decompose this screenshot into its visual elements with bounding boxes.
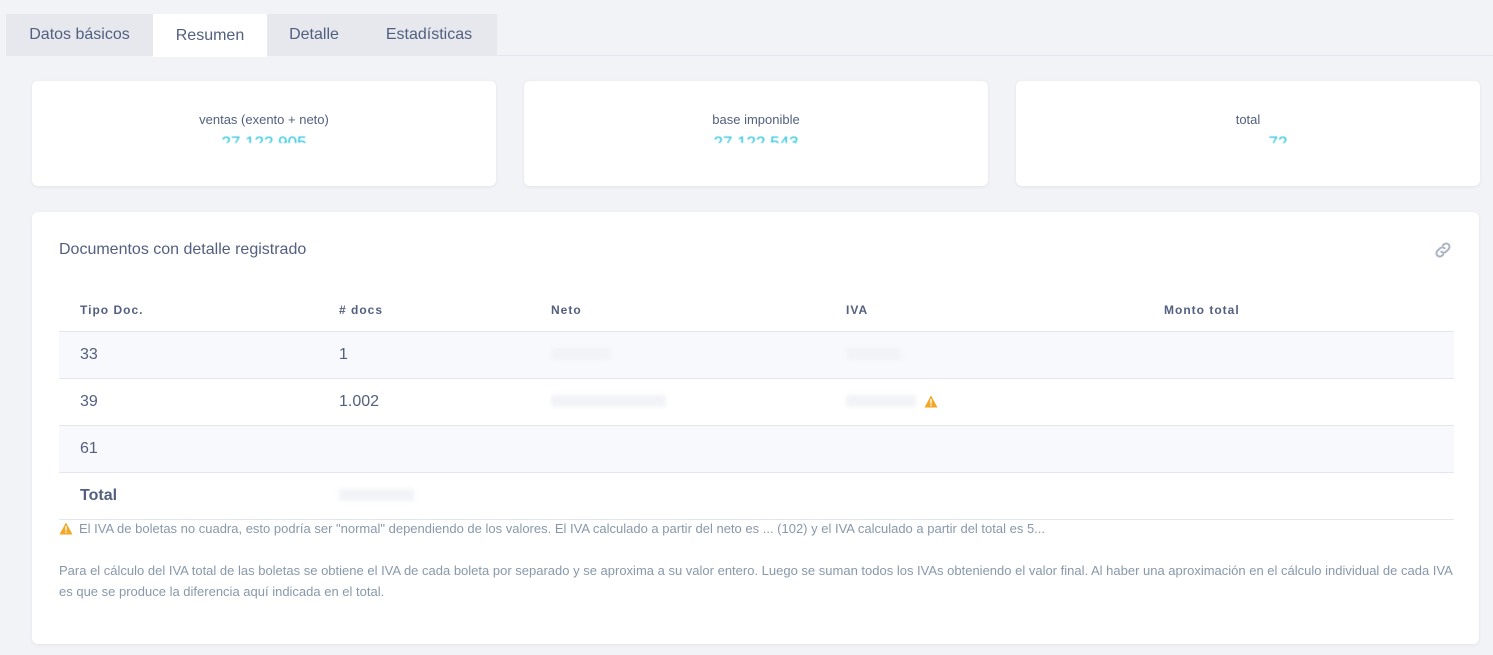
monto-total-cell xyxy=(1143,331,1454,379)
iva-cell xyxy=(825,331,1143,379)
iva-explanation: Para el cálculo del IVA total de las bol… xyxy=(59,563,1453,599)
warning-icon[interactable] xyxy=(924,395,938,408)
column-header[interactable]: # docs xyxy=(318,289,530,332)
table-header-row: Tipo Doc. # docs Neto IVA Monto total xyxy=(59,289,1454,332)
tab-bar: Datos básicos Resumen Detalle Estadístic… xyxy=(6,14,1493,57)
documents-card: Documentos con detalle registrado Tipo D… xyxy=(32,212,1479,644)
column-header[interactable]: Neto xyxy=(530,289,825,332)
redacted-value xyxy=(846,348,901,361)
stat-card-ventas: ventas (exento + neto) 27.122.905 xyxy=(32,81,496,186)
tabs: Datos básicos Resumen Detalle Estadístic… xyxy=(6,14,497,57)
stat-card-total: total 72 xyxy=(1016,81,1480,186)
monto-total-total-cell xyxy=(1143,472,1454,520)
docs-cell xyxy=(318,425,530,473)
iva-warning-text: El IVA de boletas no cuadra, esto podría… xyxy=(79,521,1046,536)
tipo-doc-cell: 39 xyxy=(59,378,318,426)
monto-total-cell xyxy=(1143,378,1454,426)
tab-resumen[interactable]: Resumen xyxy=(153,14,267,57)
tab-detalle[interactable]: Detalle xyxy=(267,14,361,56)
neto-cell xyxy=(530,425,825,473)
neto-total-cell xyxy=(530,472,825,520)
iva-total-cell xyxy=(825,472,1143,520)
stat-value: 27.122.905 xyxy=(221,133,307,143)
docs-cell: 1.002 xyxy=(318,378,530,426)
stat-label: ventas (exento + neto) xyxy=(199,112,329,127)
link-icon[interactable] xyxy=(1433,240,1453,260)
stat-label: base imponible xyxy=(712,112,800,127)
redacted-value xyxy=(551,395,666,408)
iva-warning-note: El IVA de boletas no cuadra, esto podría… xyxy=(59,521,1045,536)
stat-value: 27.122.543 xyxy=(713,133,799,143)
table-total-row: Total xyxy=(59,472,1454,520)
table-row: 61 xyxy=(59,425,1454,473)
warning-icon xyxy=(59,522,73,535)
iva-cell xyxy=(825,425,1143,473)
monto-total-cell xyxy=(1143,425,1454,473)
tab-datos-basicos[interactable]: Datos básicos xyxy=(6,14,153,56)
stat-card-base-imponible: base imponible 27.122.543 xyxy=(524,81,988,186)
docs-cell: 1 xyxy=(318,331,530,379)
column-header[interactable]: Tipo Doc. xyxy=(59,289,318,332)
tipo-doc-cell: 33 xyxy=(59,331,318,379)
redacted-value xyxy=(339,489,414,502)
table-row: 39 1.002 xyxy=(59,378,1454,426)
tipo-doc-cell: 61 xyxy=(59,425,318,473)
stat-label: total xyxy=(1235,112,1261,127)
stat-value: 72 xyxy=(1268,133,1288,143)
neto-cell xyxy=(530,378,825,426)
card-title: Documentos con detalle registrado xyxy=(59,241,307,258)
table-row: 33 1 xyxy=(59,331,1454,379)
tab-estadisticas[interactable]: Estadísticas xyxy=(361,14,497,56)
iva-cell xyxy=(825,378,1143,426)
column-header[interactable]: IVA xyxy=(825,289,1143,332)
docs-total-cell xyxy=(318,472,530,520)
documents-table: Tipo Doc. # docs Neto IVA Monto total 33… xyxy=(59,289,1454,520)
neto-cell xyxy=(530,331,825,379)
redacted-value xyxy=(846,395,916,408)
column-header[interactable]: Monto total xyxy=(1143,289,1454,332)
redacted-value xyxy=(551,348,611,361)
total-label: Total xyxy=(59,472,318,520)
